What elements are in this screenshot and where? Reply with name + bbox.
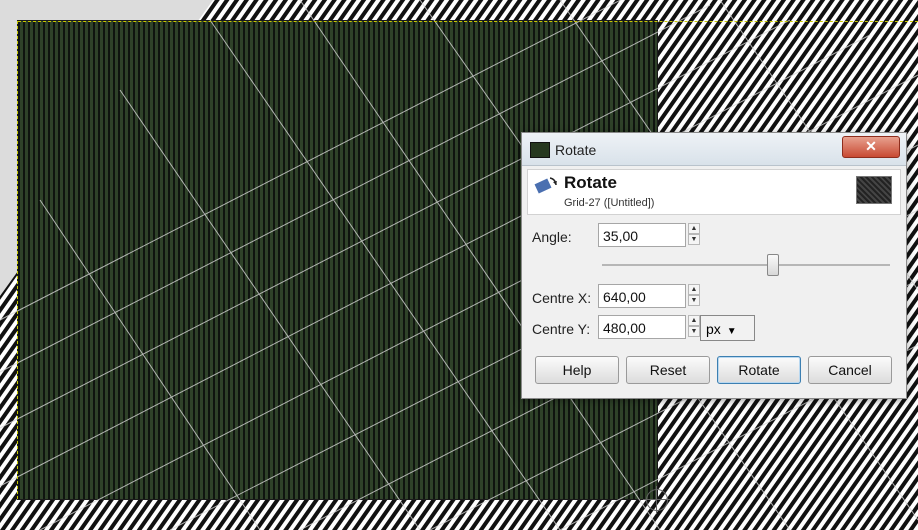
centre-y-label: Centre Y:	[532, 321, 591, 337]
spin-up-icon[interactable]: ▲	[688, 315, 700, 326]
centre-x-label: Centre X:	[532, 290, 592, 306]
close-button[interactable]: ✕	[842, 136, 900, 158]
reset-button[interactable]: Reset	[626, 356, 710, 384]
spin-down-icon[interactable]: ▼	[688, 326, 700, 337]
window-title: Rotate	[555, 142, 597, 158]
rotation-pivot-handle[interactable]	[643, 486, 671, 514]
angle-slider-thumb[interactable]	[767, 254, 779, 276]
centre-y-input[interactable]: 480,00	[598, 315, 686, 339]
rotate-tool-icon	[534, 177, 557, 194]
centre-x-spinner[interactable]: ▲ ▼	[688, 284, 700, 308]
spin-down-icon[interactable]: ▼	[688, 295, 700, 306]
angle-slider-track[interactable]	[602, 264, 890, 266]
angle-label: Angle:	[532, 229, 572, 245]
rotate-button[interactable]: Rotate	[717, 356, 801, 384]
dropdown-arrow-icon: ▼	[726, 326, 737, 337]
angle-input[interactable]: 35,00	[598, 223, 686, 247]
spin-up-icon[interactable]: ▲	[688, 284, 700, 295]
layer-boundary-left	[17, 21, 19, 499]
spin-down-icon[interactable]: ▼	[688, 234, 700, 245]
centre-y-spinner[interactable]: ▲ ▼	[688, 315, 700, 339]
spin-up-icon[interactable]: ▲	[688, 223, 700, 234]
dialog-titlebar[interactable]: Rotate ✕	[522, 133, 906, 166]
dialog-header: Rotate Grid-27 ([Untitled])	[527, 169, 901, 215]
header-title: Rotate	[564, 173, 617, 192]
window-icon	[530, 142, 550, 158]
centre-x-input[interactable]: 640,00	[598, 284, 686, 308]
layer-boundary-top	[18, 21, 918, 23]
cancel-button[interactable]: Cancel	[808, 356, 892, 384]
header-subtitle: Grid-27 ([Untitled])	[564, 197, 655, 209]
angle-spinner[interactable]: ▲ ▼	[688, 223, 700, 247]
unit-select[interactable]: px ▼	[700, 315, 755, 341]
layer-thumbnail	[856, 176, 892, 204]
rotate-dialog: Rotate ✕ Rotate Grid-27 ([Untitled]) Ang…	[521, 132, 907, 399]
unit-value: px	[706, 321, 721, 337]
help-button[interactable]: Help	[535, 356, 619, 384]
